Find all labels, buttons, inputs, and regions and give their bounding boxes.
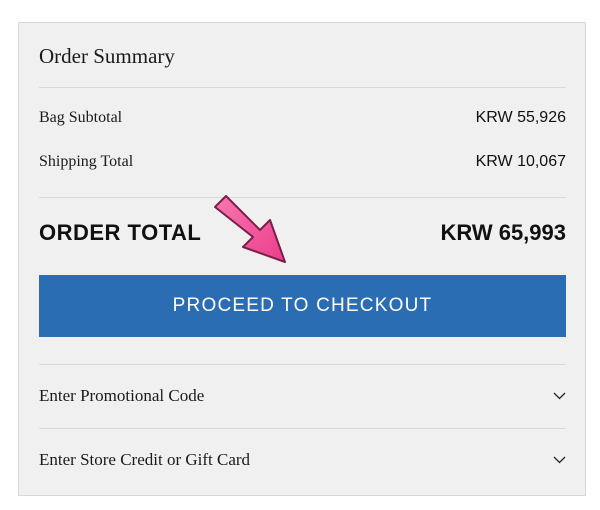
promotional-code-label: Enter Promotional Code bbox=[39, 386, 205, 405]
divider bbox=[39, 87, 566, 88]
store-credit-label: Enter Store Credit or Gift Card bbox=[39, 450, 251, 469]
chevron-down-icon[interactable] bbox=[552, 453, 566, 467]
bag-subtotal-row: Bag Subtotal KRW 55,926 bbox=[39, 109, 566, 127]
order-total-row: ORDER TOTAL KRW 65,993 bbox=[39, 220, 566, 246]
shipping-total-label: Shipping Total bbox=[39, 153, 134, 170]
order-total-label: ORDER TOTAL bbox=[39, 220, 202, 245]
chevron-down-icon[interactable] bbox=[552, 389, 566, 403]
promotional-code-toggle[interactable]: Enter Promotional Code bbox=[39, 365, 566, 427]
order-summary-title: Order Summary bbox=[39, 44, 175, 68]
store-credit-toggle[interactable]: Enter Store Credit or Gift Card bbox=[39, 429, 566, 491]
order-summary-panel: Order Summary Bag Subtotal KRW 55,926 Sh… bbox=[18, 22, 586, 496]
order-total-value: KRW 65,993 bbox=[440, 220, 566, 245]
proceed-to-checkout-button[interactable]: PROCEED TO CHECKOUT bbox=[39, 275, 566, 337]
divider bbox=[39, 197, 566, 198]
bag-subtotal-value: KRW 55,926 bbox=[475, 109, 566, 126]
shipping-total-row: Shipping Total KRW 10,067 bbox=[39, 153, 566, 171]
shipping-total-value: KRW 10,067 bbox=[475, 153, 566, 170]
pointer-arrow-icon bbox=[205, 193, 300, 268]
bag-subtotal-label: Bag Subtotal bbox=[39, 109, 123, 126]
order-summary-content: Order Summary Bag Subtotal KRW 55,926 Sh… bbox=[39, 23, 566, 495]
